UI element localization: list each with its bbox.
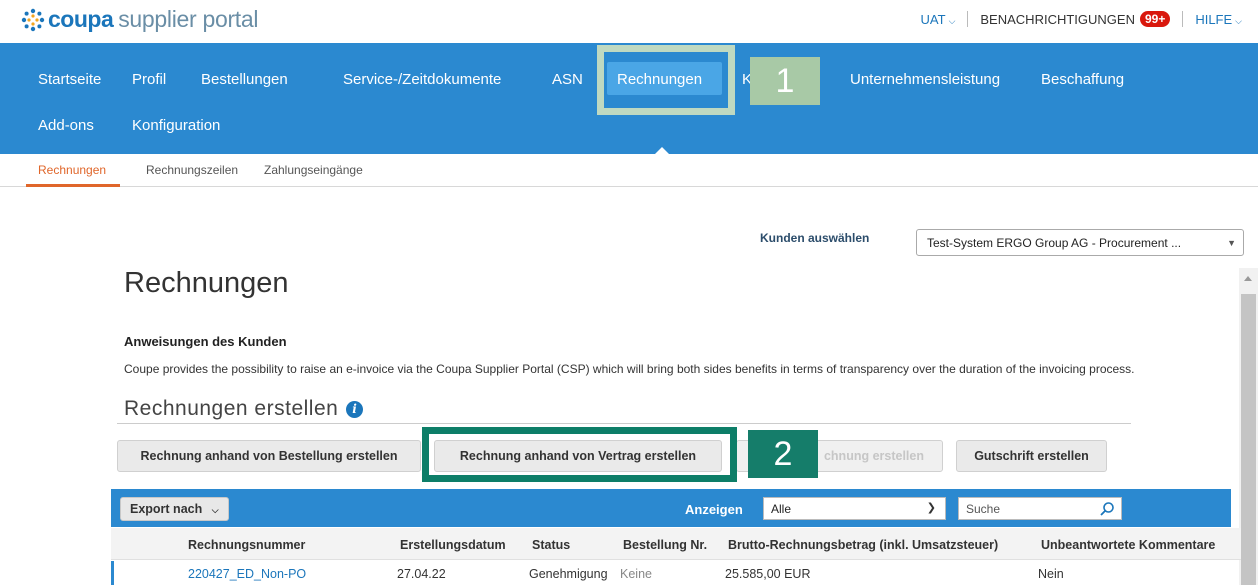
cell-amount: 25.585,00 EUR — [725, 567, 811, 581]
info-icon[interactable]: i — [346, 400, 364, 418]
export-dropdown[interactable]: Export nach ⌵ — [120, 497, 229, 521]
top-links: UAT ⌵ BENACHRICHTIGUNGEN 99+ HILFE ⌵ — [921, 11, 1242, 27]
table-toolbar: Export nach ⌵ Anzeigen Alle ❯ Suche — [111, 489, 1231, 527]
col-erstellungsdatum[interactable]: Erstellungsdatum — [400, 538, 506, 552]
nav-add-ons[interactable]: Add-ons — [38, 117, 94, 134]
chevron-down-icon: ⌵ — [211, 505, 219, 515]
cell-po-number: Keine — [620, 567, 652, 581]
create-invoices-heading: Rechnungen erstellen i — [124, 397, 364, 421]
scrollbar-thumb[interactable] — [1241, 294, 1256, 585]
callout-highlight-2 — [422, 427, 737, 482]
chevron-down-icon: ❯ — [926, 502, 936, 514]
col-bestellung-nr[interactable]: Bestellung Nr. — [623, 538, 707, 552]
sub-nav: Rechnungen Rechnungszeilen Zahlungseingä… — [0, 154, 1258, 187]
chevron-down-icon: ⌵ — [948, 15, 956, 26]
nav-profil[interactable]: Profil — [132, 71, 166, 88]
cell-status: Genehmigung — [529, 567, 608, 581]
search-icon[interactable] — [1099, 501, 1115, 517]
nav-service-zeitdokumente[interactable]: Service-/Zeitdokumente — [343, 71, 501, 88]
divider — [967, 11, 969, 27]
create-credit-note-button[interactable]: Gutschrift erstellen — [956, 440, 1107, 472]
col-unbeantwortete-kommentare[interactable]: Unbeantwortete Kommentare — [1041, 538, 1215, 552]
nav-bestellungen[interactable]: Bestellungen — [201, 71, 288, 88]
customer-select[interactable]: Test-System ERGO Group AG - Procurement … — [916, 229, 1244, 256]
subnav-zahlungseingaenge[interactable]: Zahlungseingänge — [264, 163, 363, 177]
coupa-burst-icon — [21, 8, 45, 31]
subnav-active-underline — [26, 184, 120, 187]
callout-number-1: 1 — [750, 57, 820, 105]
search-input[interactable]: Suche — [958, 497, 1122, 520]
cell-date: 27.04.22 — [397, 567, 446, 581]
instructions-text: Coupe provides the possibility to raise … — [124, 362, 1135, 376]
customer-select-label: Kunden auswählen — [760, 231, 870, 245]
coupa-logo[interactable]: coupa supplier portal — [20, 6, 259, 33]
env-dropdown[interactable]: UAT ⌵ — [921, 12, 956, 27]
scrollbar[interactable] — [1239, 268, 1258, 585]
callout-number-2: 2 — [748, 430, 818, 478]
chevron-down-icon: ⌵ — [1235, 15, 1242, 26]
create-from-po-button[interactable]: Rechnung anhand von Bestellung erstellen — [117, 440, 421, 472]
subnav-rechnungen[interactable]: Rechnungen — [38, 163, 106, 177]
divider — [1182, 11, 1184, 27]
heading-divider — [117, 423, 1131, 424]
notifications-link[interactable]: BENACHRICHTIGUNGEN — [980, 12, 1135, 27]
invoice-number-link[interactable]: 220427_ED_Non-PO — [188, 567, 306, 581]
nav-unternehmensleistung[interactable]: Unternehmensleistung — [850, 71, 1000, 88]
help-dropdown[interactable]: HILFE ⌵ — [1195, 12, 1242, 27]
scroll-up-icon[interactable] — [1244, 276, 1252, 281]
cell-comments: Nein — [1038, 567, 1064, 581]
col-rechnungsnummer[interactable]: Rechnungsnummer — [188, 538, 305, 552]
nav-startseite[interactable]: Startseite — [38, 71, 101, 88]
dropdown-arrow-icon: ▼ — [1227, 238, 1236, 248]
nav-konfiguration[interactable]: Konfiguration — [132, 117, 220, 134]
col-brutto-betrag[interactable]: Brutto-Rechnungsbetrag (inkl. Umsatzsteu… — [728, 538, 998, 552]
notification-badge: 99+ — [1139, 11, 1171, 27]
logo-subtitle: supplier portal — [118, 6, 259, 32]
table-header: Rechnungsnummer Erstellungsdatum Status … — [111, 528, 1241, 560]
top-bar: coupa supplier portal UAT ⌵ BENACHRICHTIG… — [0, 0, 1258, 43]
show-filter-select[interactable]: Alle ❯ — [763, 497, 946, 520]
callout-highlight-1 — [597, 45, 735, 115]
subnav-rechnungszeilen[interactable]: Rechnungszeilen — [146, 163, 238, 177]
logo-brand: coupa — [48, 6, 114, 32]
table-row: 220427_ED_Non-PO 27.04.22 Genehmigung Ke… — [111, 561, 1241, 585]
nav-asn[interactable]: ASN — [552, 71, 583, 88]
nav-beschaffung[interactable]: Beschaffung — [1041, 71, 1124, 88]
show-label: Anzeigen — [685, 502, 743, 517]
page-title: Rechnungen — [124, 267, 289, 299]
instructions-title: Anweisungen des Kunden — [124, 334, 287, 349]
col-status[interactable]: Status — [532, 538, 570, 552]
